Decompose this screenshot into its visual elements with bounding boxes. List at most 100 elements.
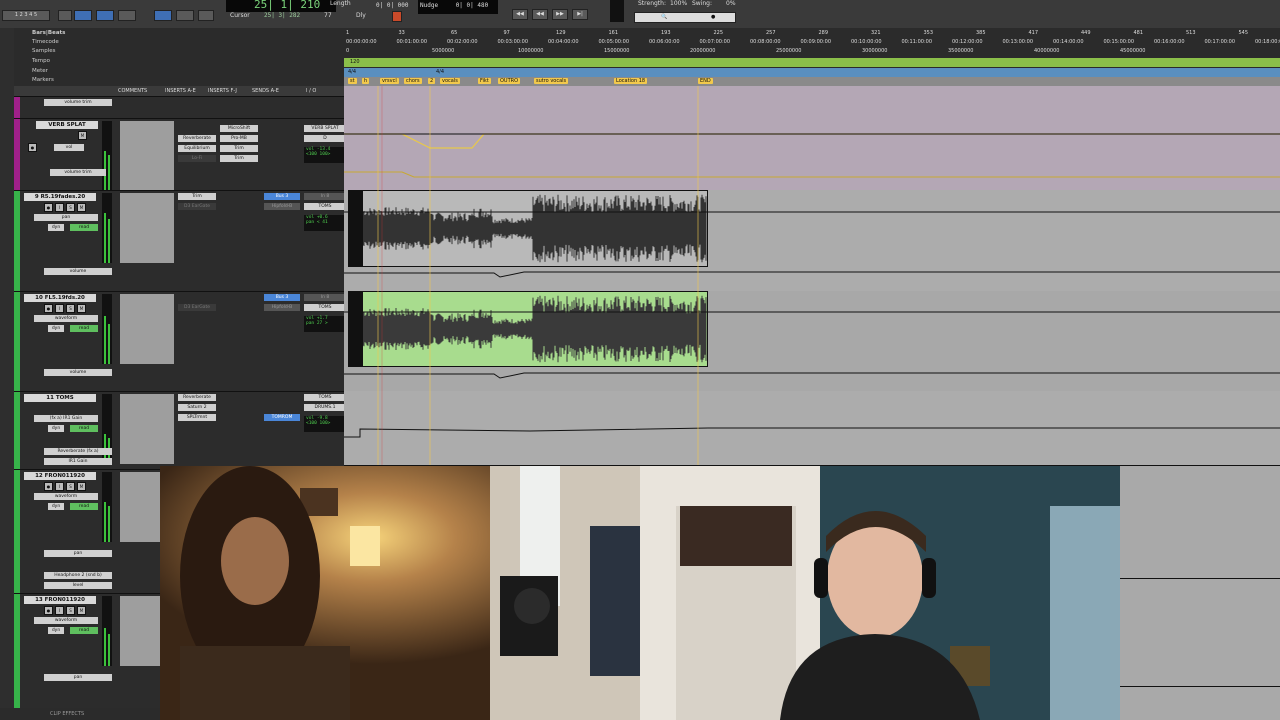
slip-button[interactable] (74, 10, 92, 21)
automation-lane-select[interactable]: volume trim (50, 169, 106, 176)
volume-pan-readout[interactable]: vol +1.7 pan 27 > (304, 316, 346, 332)
end-button[interactable]: ▶| (572, 9, 588, 20)
automation-mode-select[interactable]: read (70, 425, 98, 432)
track-name[interactable]: 11 TOMS (24, 394, 96, 402)
spot-button[interactable] (118, 10, 136, 21)
select-tool-button[interactable] (176, 10, 194, 21)
insert-slot-g[interactable]: Pro-MB (220, 135, 258, 142)
shuffle-button[interactable] (58, 10, 72, 21)
comments-field[interactable] (120, 394, 174, 464)
track-number-buttons[interactable]: 1 2 3 4 5 (2, 10, 50, 21)
marker-label[interactable]: sutro vocals (534, 78, 569, 84)
dyn-button[interactable]: dyn (48, 224, 64, 231)
automation-lane-select[interactable]: pan (44, 674, 112, 681)
insert-slot-a[interactable]: Reverberate (178, 135, 216, 142)
tempo-ruler[interactable]: 120 (344, 58, 1280, 67)
dyn-button[interactable]: dyn (48, 325, 64, 332)
input-monitor-button[interactable]: I (55, 606, 64, 615)
volume-pan-readout[interactable]: vol -13.4 <100 100> (304, 147, 346, 163)
automation-mode-select[interactable]: read (70, 627, 98, 634)
automation-lane-select[interactable]: pan (44, 550, 112, 557)
record-indicator[interactable] (392, 11, 402, 22)
output-select[interactable]: DRUMS.1 (304, 404, 346, 411)
input-select[interactable]: TOMS (304, 394, 346, 401)
track-view-select[interactable]: pan (34, 214, 98, 221)
input-select[interactable]: VERB SPLAT (304, 125, 346, 132)
rec-button[interactable]: ● (44, 203, 53, 212)
solo-button[interactable]: S (66, 203, 75, 212)
comments-field[interactable] (120, 294, 174, 364)
track-view-select[interactable]: (fx a) IR1 Gain (34, 415, 98, 422)
insert-slot-c[interactable]: Lo-Fi (178, 155, 216, 162)
marker-label[interactable]: END (698, 78, 713, 84)
mute-button[interactable]: M (78, 131, 87, 140)
magnifier-icon[interactable]: 🔍 (661, 13, 667, 22)
strength-value[interactable]: 100% (670, 0, 687, 7)
track-name[interactable]: VERB SPLAT (36, 121, 98, 129)
track-view-select[interactable]: waveform (34, 617, 98, 624)
zoom-controls[interactable]: 🔍 ● (634, 12, 736, 23)
input-select[interactable]: In 8 (304, 193, 346, 200)
automation-lane-select[interactable]: volume (44, 369, 112, 376)
output-select[interactable]: TOMS (304, 203, 346, 210)
marker-label[interactable]: chors (404, 78, 422, 84)
output-select[interactable]: TOMS (304, 304, 346, 311)
input-select[interactable]: In 8 (304, 294, 346, 301)
automation-lane-select[interactable]: volume (44, 268, 112, 275)
insert-slot-f[interactable]: MicroShift (220, 125, 258, 132)
send-param-select[interactable]: level (44, 582, 112, 589)
volume-pan-readout[interactable]: vol +0.6 pan < 41 (304, 215, 346, 231)
track-view-select[interactable]: waveform (34, 493, 98, 500)
insert-slot-a[interactable]: D3 EarGate (178, 304, 216, 311)
send-slot-b[interactable]: Hipfold-B (264, 304, 300, 311)
track-name[interactable]: 13 FRON011920 (24, 596, 96, 604)
comments-field[interactable] (120, 121, 174, 191)
rec-button[interactable]: ● (44, 606, 53, 615)
marker-label[interactable]: st (348, 78, 357, 84)
insert-slot-b[interactable]: D3 EarGate (178, 203, 216, 210)
rec-button[interactable]: ● (44, 304, 53, 313)
automation-param-select[interactable]: IR1 Gain (44, 458, 112, 465)
track-name[interactable]: 12 FRON011920 (24, 472, 96, 480)
insert-slot-b[interactable]: Saturn 2 (178, 404, 216, 411)
marker-label[interactable]: Location 18 (614, 78, 648, 84)
automation-view-select[interactable]: volume trim (44, 99, 112, 106)
input-monitor-button[interactable]: I (55, 203, 64, 212)
volume-pan-readout[interactable]: vol -9.8 <100 100> (304, 416, 346, 432)
edit-window-timeline[interactable] (344, 86, 1280, 466)
main-counter[interactable]: 25| 1| 210 (226, 0, 336, 12)
marker-label[interactable]: h (362, 78, 370, 84)
mute-button[interactable]: M (77, 304, 86, 313)
trim-tool-button[interactable] (154, 10, 172, 21)
marker-label[interactable]: Fikt (478, 78, 491, 84)
mute-button[interactable]: M (77, 482, 86, 491)
insert-slot-a[interactable]: Reverberate (178, 394, 216, 401)
marker-label[interactable]: OUTRO (498, 78, 521, 84)
dyn-button[interactable]: dyn (48, 503, 64, 510)
nudge-field[interactable]: Nudge 0| 0| 480 (418, 0, 498, 14)
solo-button[interactable]: S (66, 304, 75, 313)
rewind-button[interactable]: ◀◀ (512, 9, 528, 20)
insert-slot-a[interactable]: Trim (178, 193, 216, 200)
send-slot-a[interactable]: TOMROM (264, 414, 300, 421)
automation-mode-select[interactable]: read (70, 503, 98, 510)
automation-lane-select[interactable]: Reverberate (fx a) (44, 448, 112, 455)
comments-field[interactable] (120, 193, 174, 263)
automation-lines[interactable] (344, 86, 1280, 466)
track-name[interactable]: 10 FL5.19fds.20 (24, 294, 96, 302)
input-monitor-button[interactable]: I (55, 304, 64, 313)
insert-slot-i[interactable]: Trim (220, 155, 258, 162)
rec-button[interactable]: ● (44, 482, 53, 491)
forward-button[interactable]: ▶▶ (552, 9, 568, 20)
timeline-rulers[interactable]: 1 33 65 97 129 161 193 225 257 289 321 353 385 417 449… (344, 28, 1280, 86)
automation-mode-select[interactable]: read (70, 325, 98, 332)
marker-label[interactable]: vocals (440, 78, 460, 84)
dyn-button[interactable]: dyn (48, 425, 64, 432)
settings-icon[interactable]: ● (711, 13, 715, 22)
timeline-continued-right[interactable] (1120, 466, 1280, 720)
insert-slot-c[interactable]: SPLTrmnt (178, 414, 216, 421)
solo-button[interactable]: S (66, 606, 75, 615)
meter-ruler[interactable]: 4/4 4/4 (344, 68, 1280, 77)
track-view-select[interactable]: waveform (34, 315, 98, 322)
send-slot-b[interactable]: Hipfold-B (264, 203, 300, 210)
